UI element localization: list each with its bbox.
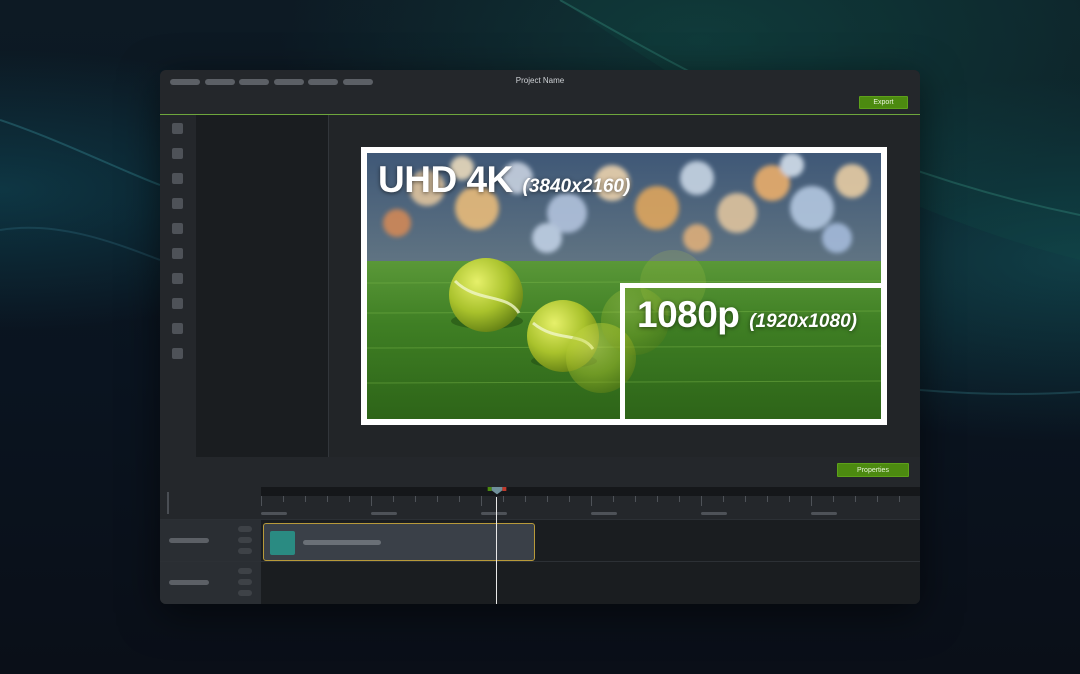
ruler-tick (327, 496, 328, 502)
ruler-tick (811, 496, 812, 506)
tool-favorites-icon[interactable] (172, 173, 183, 184)
ruler-tick (767, 496, 768, 502)
ruler-tick (701, 496, 702, 506)
ruler-tick (393, 496, 394, 502)
track-2-lock-button[interactable] (238, 526, 252, 532)
tool-cursor-icon[interactable] (172, 298, 183, 309)
timeline-header (160, 487, 261, 519)
ruler-tick (855, 496, 856, 502)
timeline (160, 487, 920, 604)
timeline-resize-handle[interactable] (167, 492, 169, 514)
media-clip[interactable] (263, 523, 535, 561)
track-2-mute-button[interactable] (238, 548, 252, 554)
hd-1080p-frame[interactable]: 1080p (1920x1080) (620, 283, 887, 425)
ruler-time-label (481, 512, 507, 515)
tools-rail (160, 115, 196, 457)
hd-1080p-title: 1080p (637, 294, 740, 335)
ruler-time-label (371, 512, 397, 515)
ruler-tick (547, 496, 548, 502)
playhead-in-marker[interactable] (487, 487, 492, 491)
track-1-name[interactable] (169, 580, 209, 585)
tool-transitions-icon[interactable] (172, 223, 183, 234)
ruler-tick (283, 496, 284, 502)
uhd-4k-title: UHD 4K (378, 159, 513, 200)
track-2-header (160, 520, 261, 562)
track-1-visibility-button[interactable] (238, 579, 252, 585)
track-1-header (160, 562, 261, 604)
tool-annotations-icon[interactable] (172, 198, 183, 209)
properties-button[interactable]: Properties (837, 463, 909, 477)
project-title: Project Name (515, 76, 565, 85)
track-1 (160, 561, 920, 604)
ruler-tick (481, 496, 482, 506)
ruler-time-label (811, 512, 837, 515)
playhead-line[interactable] (496, 497, 497, 604)
ruler-tick (899, 496, 900, 502)
ruler-tick (503, 496, 504, 502)
clip-name (303, 540, 381, 545)
clip-thumbnail (270, 531, 295, 555)
ruler-tick (525, 496, 526, 502)
top-bar: Project Name Export (160, 70, 920, 115)
tool-visual-effects-icon[interactable] (172, 348, 183, 359)
ruler-tick (723, 496, 724, 502)
ruler-tick (635, 496, 636, 502)
ruler-tick (745, 496, 746, 502)
ruler-tick (261, 496, 262, 506)
tool-media-icon[interactable] (172, 123, 183, 134)
timeline-ruler[interactable] (261, 487, 920, 519)
ruler-tick (833, 496, 834, 502)
hd-1080p-resolution: (1920x1080) (749, 311, 857, 332)
ruler-tick (877, 496, 878, 502)
ruler-tick (789, 496, 790, 502)
ruler-tick (437, 496, 438, 502)
ruler-tick (371, 496, 372, 506)
track-2-visibility-button[interactable] (238, 537, 252, 543)
ruler-time-label (261, 512, 287, 515)
ruler-tick (415, 496, 416, 502)
playhead-handle[interactable] (491, 487, 503, 495)
tool-library-icon[interactable] (172, 148, 183, 159)
ruler-time-label (591, 512, 617, 515)
track-2 (160, 519, 920, 562)
track-2-name[interactable] (169, 538, 209, 543)
ruler-tick (657, 496, 658, 502)
tool-audio-icon[interactable] (172, 323, 183, 334)
playhead-icon[interactable] (483, 487, 511, 495)
ruler-tick (349, 496, 350, 502)
uhd-4k-resolution: (3840x2160) (522, 176, 631, 197)
ruler-tick (679, 496, 680, 502)
ruler-tick (569, 496, 570, 502)
properties-bar: Properties (160, 457, 920, 487)
track-1-mute-button[interactable] (238, 590, 252, 596)
editor-window: Project Name Export UHD 4K (3840x2160) 1… (160, 70, 920, 604)
ruler-tick (459, 496, 460, 502)
tool-animations-icon[interactable] (172, 273, 183, 284)
playhead-out-marker[interactable] (502, 487, 507, 491)
uhd-4k-label: UHD 4K (3840x2160) (378, 159, 630, 201)
ruler-tick (613, 496, 614, 502)
ruler-strip (261, 487, 920, 496)
tool-behaviors-icon[interactable] (172, 248, 183, 259)
ruler-tick (591, 496, 592, 506)
hd-1080p-label: 1080p (1920x1080) (637, 294, 857, 336)
ruler-time-label (701, 512, 727, 515)
tools-panel (196, 115, 328, 457)
export-button[interactable]: Export (859, 96, 908, 109)
track-1-lock-button[interactable] (238, 568, 252, 574)
ruler-tick (305, 496, 306, 502)
